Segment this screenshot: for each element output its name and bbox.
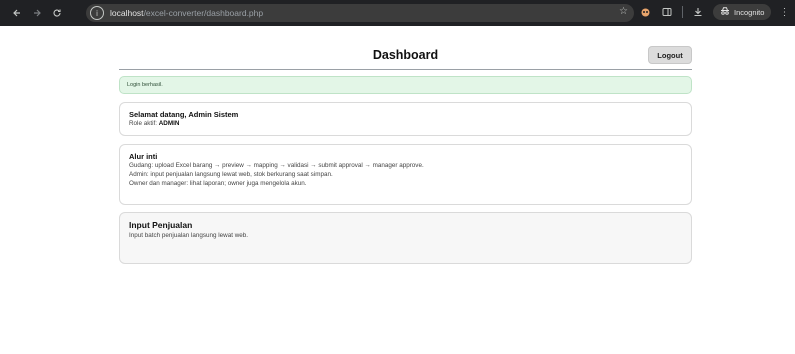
nav-buttons: [8, 4, 66, 22]
arrow-right-icon[interactable]: [28, 4, 46, 22]
kebab-menu-icon[interactable]: ⋮: [779, 7, 789, 18]
flow-line-owner: Owner dan manager: lihat laporan; owner …: [129, 180, 307, 187]
star-icon[interactable]: ☆: [619, 6, 628, 17]
url-path: /excel-converter/dashboard.php: [143, 8, 264, 18]
address-bar[interactable]: i localhost/excel-converter/dashboard.ph…: [86, 4, 634, 22]
url-text[interactable]: localhost/excel-converter/dashboard.php: [110, 8, 263, 18]
page-title: Dashboard: [372, 48, 439, 62]
download-icon[interactable]: [691, 5, 705, 19]
dashboard-container: Dashboard Logout Login berhasil. Selamat…: [119, 26, 692, 264]
welcome-card: Selamat datang, Admin Sistem Role aktif:…: [119, 102, 692, 136]
url-host: localhost: [110, 8, 144, 18]
arrow-left-icon[interactable]: [8, 4, 26, 22]
site-info-icon[interactable]: i: [90, 6, 104, 20]
role-label: Role aktif:: [129, 120, 157, 127]
incognito-label: Incognito: [734, 7, 765, 17]
success-alert: Login berhasil.: [119, 76, 692, 94]
flow-line-gudang: Gudang: upload Excel barang → preview → …: [129, 162, 424, 169]
sales-title: Input Penjualan: [129, 220, 193, 230]
toolbar-divider: [682, 6, 683, 18]
reload-icon[interactable]: [48, 4, 66, 22]
role-line: Role aktif: ADMIN: [129, 119, 682, 128]
flow-card: Alur inti Gudang: upload Excel barang → …: [119, 144, 692, 205]
extension-icon[interactable]: [638, 5, 652, 19]
role-value: ADMIN: [158, 120, 180, 127]
input-penjualan-card[interactable]: Input Penjualan Input batch penjualan la…: [119, 212, 692, 264]
logout-button[interactable]: Logout: [648, 46, 692, 64]
page-viewport: Dashboard Logout Login berhasil. Selamat…: [0, 26, 795, 354]
browser-toolbar: i localhost/excel-converter/dashboard.ph…: [0, 0, 795, 26]
toolbar-actions: Incognito ⋮: [638, 4, 789, 20]
flow-line-admin: Admin: input penjualan langsung lewat we…: [129, 171, 333, 178]
flow-title: Alur inti: [129, 152, 158, 161]
incognito-icon: [720, 7, 730, 17]
side-panel-icon[interactable]: [660, 5, 674, 19]
welcome-title: Selamat datang, Admin Sistem: [129, 110, 239, 119]
page-header: Dashboard Logout: [119, 26, 692, 70]
incognito-badge[interactable]: Incognito: [713, 4, 772, 20]
sales-description: Input batch penjualan langsung lewat web…: [129, 232, 249, 239]
